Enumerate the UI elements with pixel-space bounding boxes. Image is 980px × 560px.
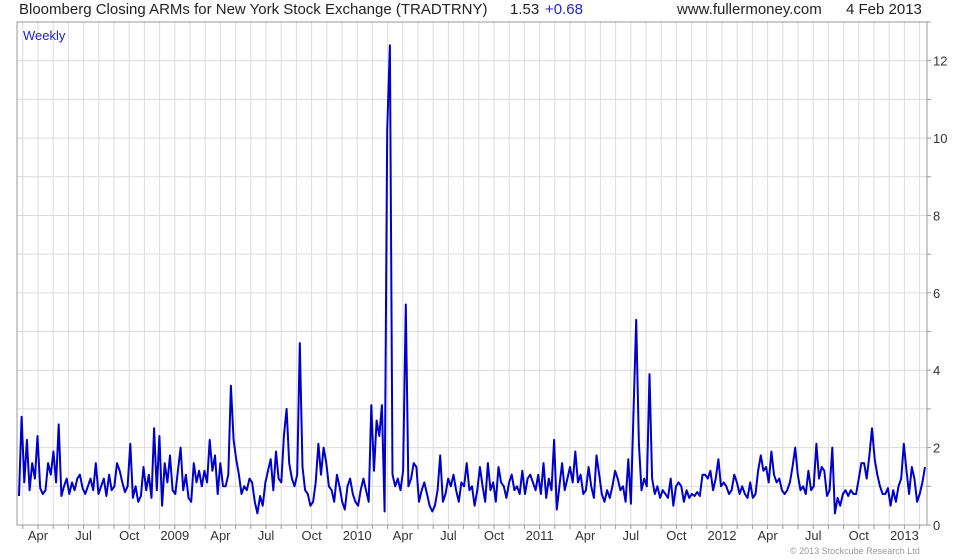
x-tick-label: 2010: [343, 528, 372, 543]
x-tick-label: Apr: [393, 528, 414, 543]
x-tick-label: Apr: [210, 528, 231, 543]
y-tick-label: 4: [933, 363, 940, 378]
x-tick-label: Jul: [75, 528, 92, 543]
x-tick-label: Jul: [440, 528, 457, 543]
y-tick-label: 6: [933, 286, 940, 301]
y-tick-label: 12: [933, 54, 947, 69]
series-line: [18, 44, 926, 515]
x-tick-label: Oct: [666, 528, 687, 543]
x-tick-label: Apr: [575, 528, 596, 543]
y-tick-label: 8: [933, 208, 940, 223]
x-tick-label: 2011: [526, 528, 554, 543]
x-tick-label: Oct: [849, 528, 870, 543]
x-tick-label: 2009: [160, 528, 189, 543]
x-tick-label: Jul: [258, 528, 275, 543]
y-tick-label: 0: [933, 518, 940, 533]
copyright-notice: © 2013 Stockcube Research Ltd: [790, 546, 920, 556]
y-tick-label: 10: [933, 131, 947, 146]
y-tick-label: 2: [933, 441, 940, 456]
x-tick-label: Oct: [301, 528, 322, 543]
x-tick-label: Apr: [28, 528, 49, 543]
x-tick-label: Jul: [622, 528, 639, 543]
x-tick-label: Oct: [119, 528, 140, 543]
frequency-label: Weekly: [23, 28, 66, 43]
x-tick-label: 2012: [708, 528, 737, 543]
y-axis-ticks: 0 2 4 6 8 10 12: [927, 21, 947, 533]
x-tick-label: Apr: [757, 528, 778, 543]
arms-line-chart: Weekly Apr Jul Oct 2009 Apr Jul Oct 2010 Apr Jul O…: [16, 21, 947, 543]
x-tick-label: 2013: [890, 528, 919, 543]
x-tick-label: Jul: [805, 528, 822, 543]
x-tick-label: Oct: [484, 528, 505, 543]
x-axis-ticks: Apr Jul Oct 2009 Apr Jul Oct 2010 Apr Jul Oct 2011 A…: [22, 525, 921, 543]
